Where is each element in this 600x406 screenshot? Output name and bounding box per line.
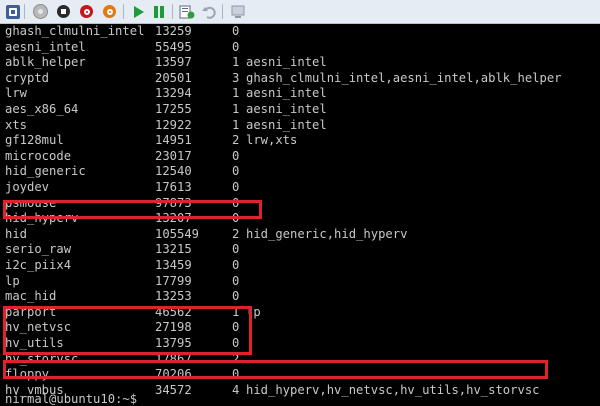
- shell-prompt: nirmal@ubuntu10:~$: [5, 392, 138, 406]
- pause-icon: [153, 5, 164, 18]
- shut-down-button[interactable]: [78, 3, 95, 20]
- start-vm-button[interactable]: [129, 3, 146, 20]
- enhanced-session-icon: [231, 5, 244, 18]
- terminal-console[interactable]: ghash_clmulni_intel 13259 0 aesni_intel 554…: [0, 24, 600, 406]
- ctrl-alt-del-icon: [5, 4, 20, 19]
- toolbar-separator: [123, 4, 124, 19]
- revert-button[interactable]: [200, 3, 217, 20]
- toolbar-separator: [222, 4, 223, 19]
- turn-off-button[interactable]: [55, 3, 72, 20]
- pause-button[interactable]: [150, 3, 167, 20]
- start-button[interactable]: [32, 3, 49, 20]
- power-button[interactable]: [101, 3, 118, 20]
- turn-off-icon: [57, 5, 70, 18]
- shut-down-icon: [80, 5, 93, 18]
- highlight-box-hv-drivers: [3, 306, 252, 355]
- vm-toolbar: [0, 0, 600, 24]
- revert-icon: [201, 6, 216, 19]
- checkpoint-icon: [179, 5, 194, 18]
- highlight-box-hid-hyperv: [3, 200, 262, 219]
- start-icon: [33, 4, 48, 19]
- toolbar-separator: [172, 4, 173, 19]
- power-icon: [103, 5, 116, 18]
- checkpoint-button[interactable]: [178, 3, 195, 20]
- highlight-box-hv-vmbus: [3, 360, 548, 379]
- ctrl-alt-del-button[interactable]: [4, 3, 21, 20]
- enhanced-session-button[interactable]: [229, 3, 246, 20]
- play-icon: [133, 5, 144, 18]
- toolbar-separator: [24, 4, 25, 19]
